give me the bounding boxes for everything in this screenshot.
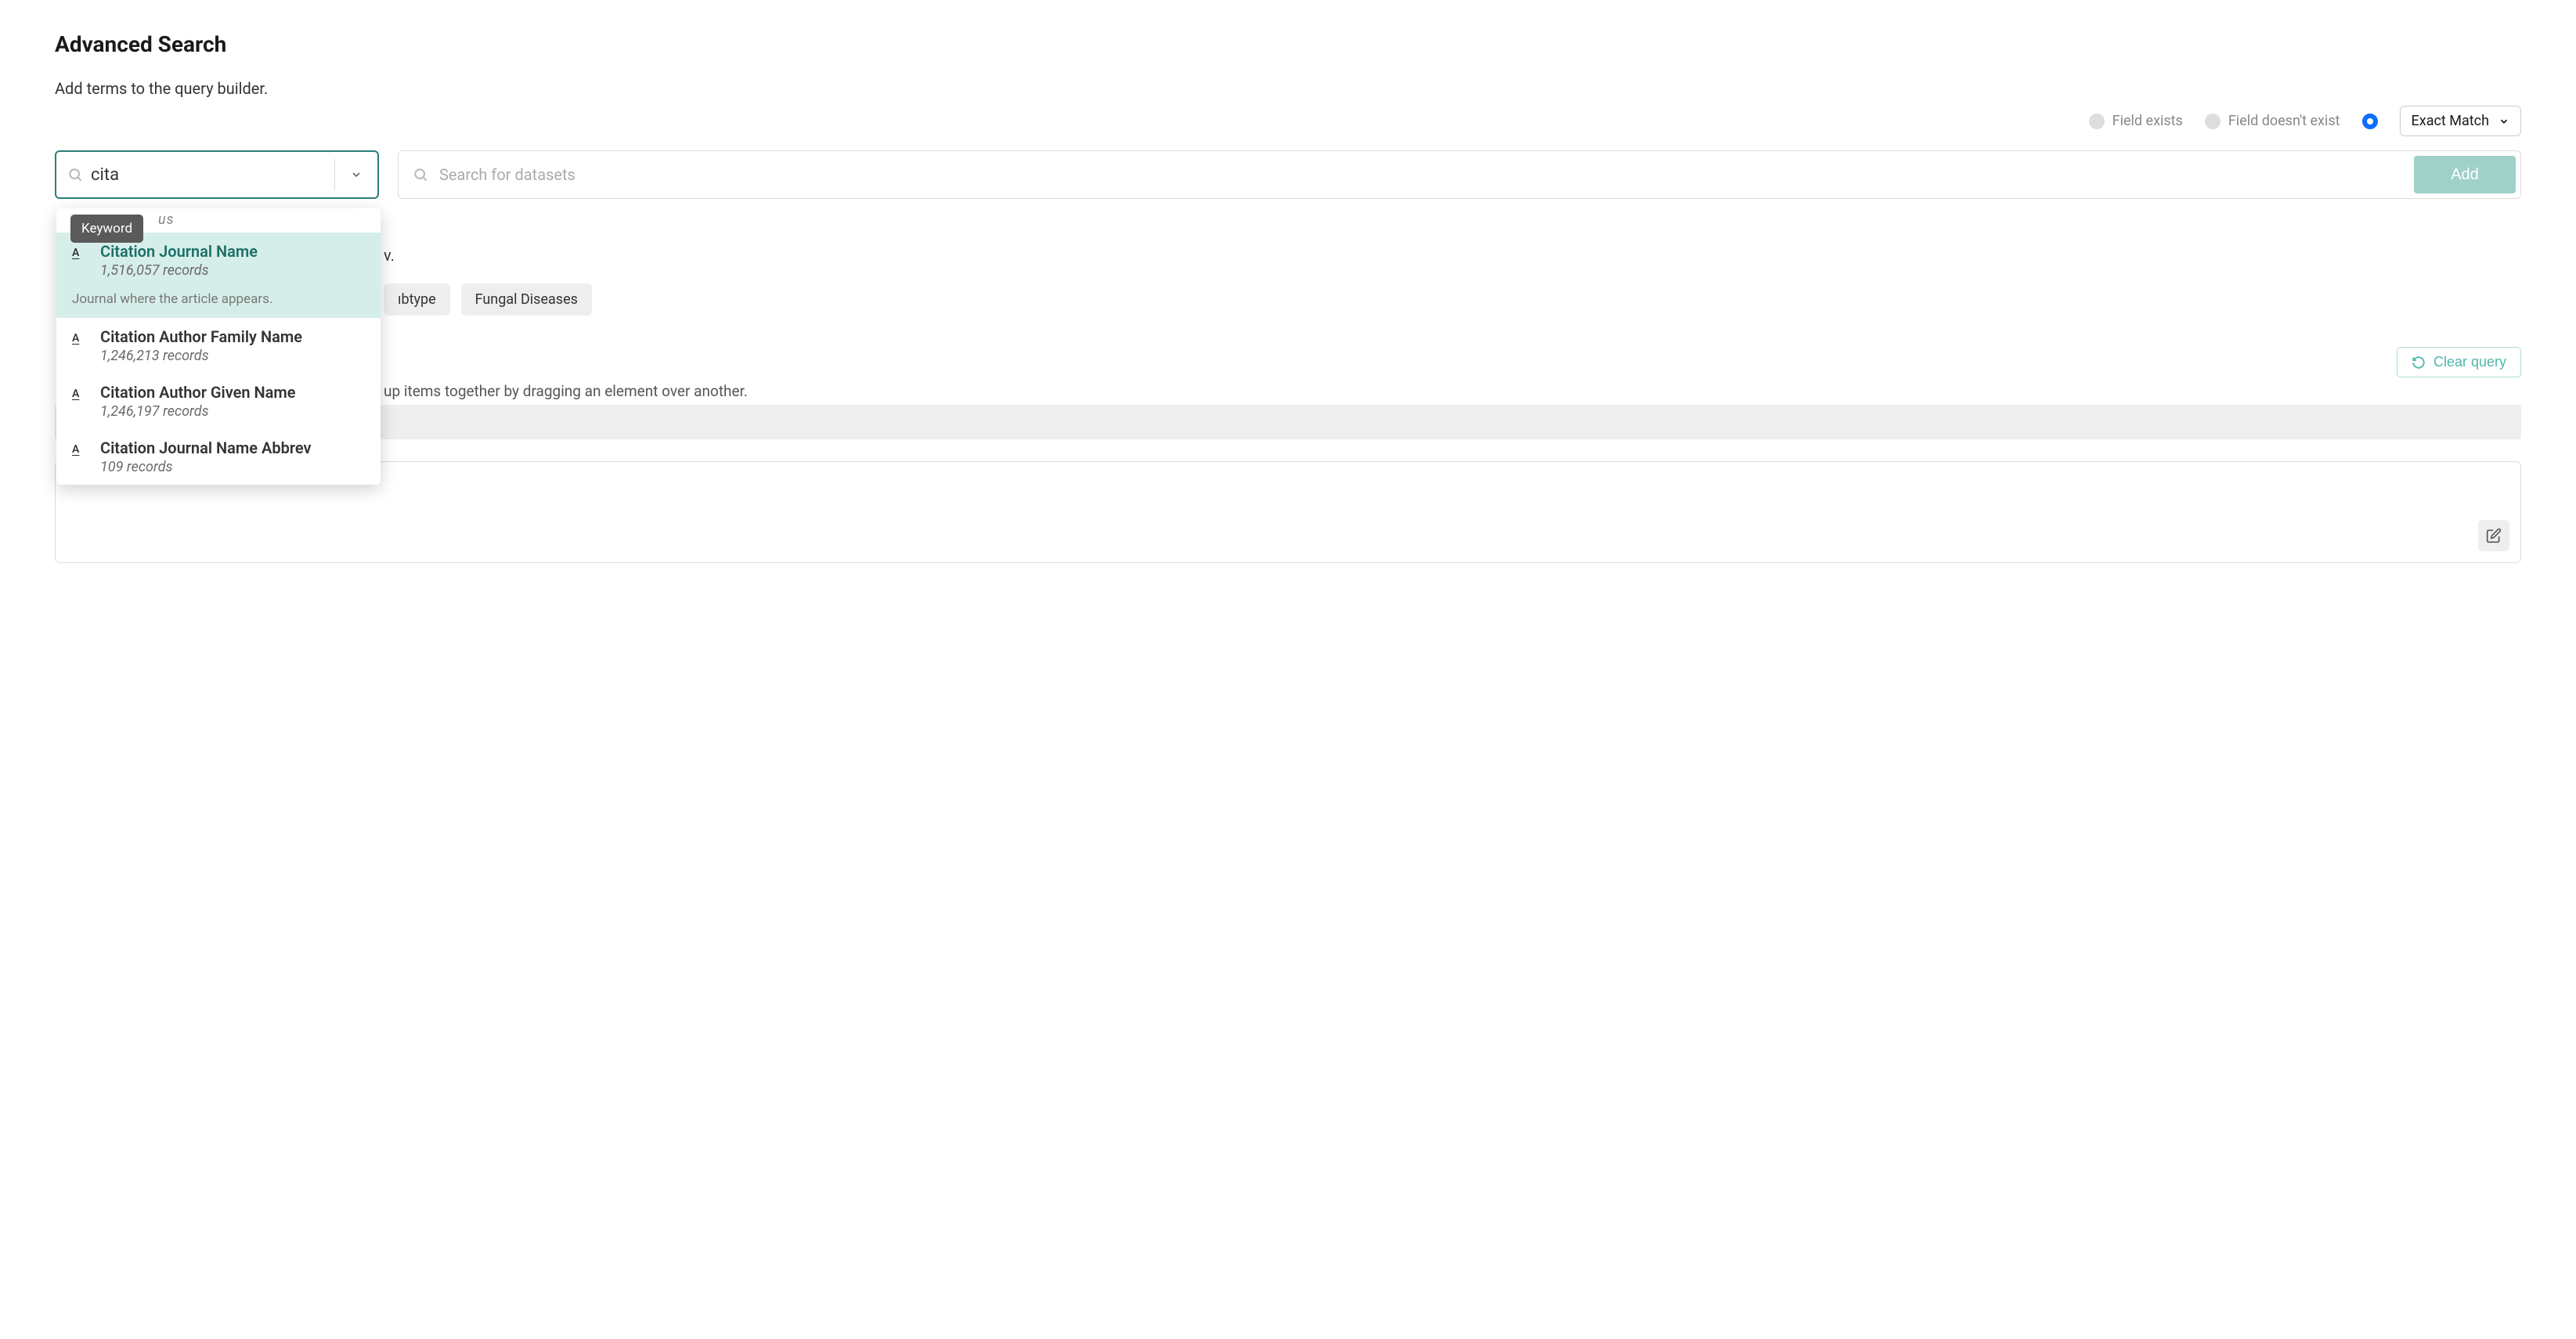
suggestion-description: Journal where the article appears. — [56, 288, 381, 318]
example-chips-row: ıbtype Fungal Diseases — [55, 283, 2521, 316]
field-search-input[interactable] — [83, 165, 334, 185]
chevron-down-icon — [350, 168, 363, 181]
field-dropdown-toggle[interactable] — [335, 152, 377, 197]
radio-label: Field exists — [2112, 113, 2183, 129]
dataset-search[interactable] — [399, 151, 2409, 198]
clear-query-button[interactable]: Clear query — [2397, 347, 2521, 377]
suggestion-records: 109 records — [100, 459, 365, 475]
clear-query-label: Clear query — [2433, 354, 2506, 370]
suggestion-item[interactable]: A Citation Journal Name Abbrev 109 recor… — [56, 429, 381, 485]
radio-icon — [2205, 114, 2221, 129]
query-drop-zone[interactable] — [55, 405, 2521, 439]
dataset-search-row: Add — [398, 150, 2521, 199]
field-type-text-icon: A — [72, 383, 88, 420]
search-icon — [67, 167, 83, 182]
suggestion-records: 1,246,197 records — [100, 403, 365, 420]
suggestion-item[interactable]: A Citation Author Given Name 1,246,197 r… — [56, 374, 381, 429]
radio-icon-selected — [2362, 114, 2378, 129]
chevron-down-icon — [2498, 116, 2509, 127]
partial-text: v. — [55, 246, 2521, 265]
radio-field-not-exists[interactable]: Field doesn't exist — [2205, 113, 2340, 129]
undo-icon — [2412, 356, 2426, 370]
edit-icon — [2486, 528, 2502, 543]
search-icon — [413, 167, 428, 182]
field-type-text-icon: A — [72, 439, 88, 475]
page-subtitle: Add terms to the query builder. — [55, 79, 2521, 98]
radio-match-mode[interactable] — [2362, 114, 2378, 129]
radio-label: Field doesn't exist — [2228, 113, 2340, 129]
dataset-search-input[interactable] — [439, 165, 2395, 184]
suggestion-item[interactable]: A Citation Author Family Name 1,246,213 … — [56, 318, 381, 374]
example-chip[interactable]: ıbtype — [384, 283, 450, 316]
drag-hint-text: up items together by dragging an element… — [55, 382, 2521, 400]
keyword-tooltip: Keyword — [70, 215, 143, 243]
suggestion-title: Citation Author Given Name — [100, 383, 365, 402]
suggestion-title: Citation Journal Name Abbrev — [100, 439, 365, 457]
match-mode-label: Exact Match — [2412, 113, 2489, 129]
match-options-row: Field exists Field doesn't exist Exact M… — [55, 106, 2521, 136]
edit-query-button[interactable] — [2478, 520, 2509, 551]
field-type-text-icon: A — [72, 327, 88, 364]
suggestion-records: 1,516,057 records — [100, 262, 365, 279]
suggestion-records: 1,246,213 records — [100, 348, 365, 364]
suggestion-title: Citation Journal Name — [100, 242, 365, 261]
add-button[interactable]: Add — [2414, 156, 2516, 193]
field-type-text-icon: A — [72, 242, 88, 279]
query-panel — [55, 461, 2521, 563]
field-suggestions-dropdown: us A Citation Journal Name 1,516,057 rec… — [56, 208, 381, 485]
page-title: Advanced Search — [55, 31, 2521, 57]
radio-field-exists[interactable]: Field exists — [2089, 113, 2183, 129]
match-mode-select[interactable]: Exact Match — [2400, 106, 2521, 136]
field-search-combobox[interactable]: Keyword us A Citation Journal Name 1,516… — [55, 150, 379, 199]
radio-icon — [2089, 114, 2105, 129]
suggestion-title: Citation Author Family Name — [100, 327, 365, 346]
example-chip[interactable]: Fungal Diseases — [461, 283, 592, 316]
